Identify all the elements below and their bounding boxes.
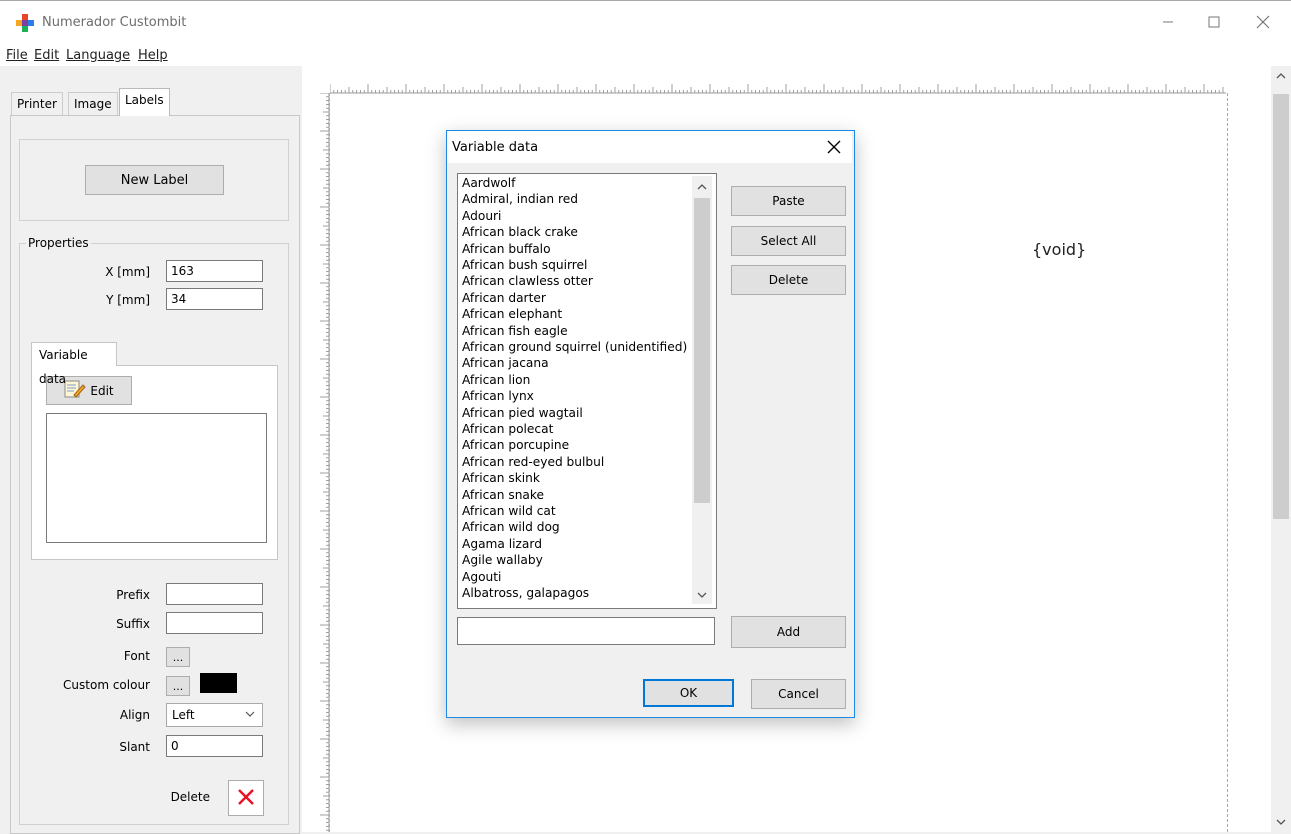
list-item[interactable]: African lion xyxy=(462,373,530,388)
list-item[interactable]: Adouri xyxy=(462,209,501,224)
slant-label: Slant xyxy=(119,740,150,754)
list-item[interactable]: African pied wagtail xyxy=(462,406,583,421)
list-item[interactable]: African skink xyxy=(462,471,540,486)
variable-data-items-list[interactable]: Aardwolf Admiral, indian red Adouri African… xyxy=(457,173,717,609)
list-item[interactable]: Agouti xyxy=(462,570,501,585)
menu-help[interactable]: Help xyxy=(138,48,168,63)
y-label: Y [mm] xyxy=(106,293,150,307)
red-x-icon xyxy=(236,787,256,810)
tab-printer[interactable]: Printer xyxy=(11,92,63,115)
list-item[interactable]: African buffalo xyxy=(462,242,551,257)
list-scroll-down-icon[interactable] xyxy=(695,589,709,604)
align-label: Align xyxy=(119,708,150,722)
edit-button-label: Edit xyxy=(90,383,114,398)
cancel-button[interactable]: Cancel xyxy=(751,679,846,709)
y-input[interactable]: 34 xyxy=(166,288,263,310)
scroll-down-icon[interactable] xyxy=(1274,816,1288,831)
list-item[interactable]: African wild cat xyxy=(462,504,556,519)
menu-edit[interactable]: Edit xyxy=(34,48,59,63)
tab-labels[interactable]: Labels xyxy=(119,88,170,116)
list-item[interactable]: African elephant xyxy=(462,307,562,322)
prefix-label: Prefix xyxy=(116,588,150,602)
list-item[interactable]: Admiral, indian red xyxy=(462,192,578,207)
canvas-label-placeholder[interactable]: {void} xyxy=(1032,240,1086,259)
list-item[interactable]: African bush squirrel xyxy=(462,258,587,273)
ok-button[interactable]: OK xyxy=(643,679,734,707)
title-bar xyxy=(0,0,1291,45)
list-item[interactable]: African jacana xyxy=(462,356,549,371)
prefix-input[interactable] xyxy=(166,583,263,605)
list-item[interactable]: African polecat xyxy=(462,422,553,437)
list-item[interactable]: Agile wallaby xyxy=(462,553,543,568)
list-item[interactable]: African clawless otter xyxy=(462,274,593,289)
dialog-close-icon[interactable] xyxy=(820,133,848,161)
menu-language[interactable]: Language xyxy=(66,48,130,63)
variable-data-list[interactable] xyxy=(46,413,267,543)
scroll-up-icon[interactable] xyxy=(1274,70,1288,85)
list-item[interactable]: African ground squirrel (unidentified) xyxy=(462,340,687,355)
suffix-input[interactable] xyxy=(166,612,263,634)
list-item[interactable]: African fish eagle xyxy=(462,324,568,339)
list-item[interactable]: African snake xyxy=(462,488,544,503)
list-item[interactable]: African porcupine xyxy=(462,438,569,453)
list-item[interactable]: Aardwolf xyxy=(462,176,515,191)
scrollbar-thumb[interactable] xyxy=(1273,94,1289,519)
close-icon[interactable] xyxy=(1240,8,1286,36)
x-label: X [mm] xyxy=(105,265,150,279)
delete-label: Delete xyxy=(170,790,210,804)
maximize-icon[interactable] xyxy=(1191,8,1237,36)
dialog-title: Variable data xyxy=(452,140,539,155)
edit-note-icon xyxy=(64,380,87,401)
delete-label-button[interactable] xyxy=(228,780,264,816)
colour-picker-button[interactable]: ... xyxy=(166,676,190,696)
font-picker-button[interactable]: ... xyxy=(166,647,190,667)
menu-file[interactable]: File xyxy=(6,48,28,63)
list-item[interactable]: African black crake xyxy=(462,225,578,240)
add-item-input[interactable] xyxy=(457,617,715,645)
colour-swatch[interactable] xyxy=(200,673,237,693)
list-item[interactable]: Albatross, galapagos xyxy=(462,586,589,601)
list-item[interactable]: African lynx xyxy=(462,389,534,404)
properties-title: Properties xyxy=(26,236,91,250)
tab-image[interactable]: Image xyxy=(68,92,118,115)
paste-button[interactable]: Paste xyxy=(731,186,846,216)
new-label-button[interactable]: New Label xyxy=(85,165,224,195)
suffix-label: Suffix xyxy=(116,617,150,631)
minimize-icon[interactable] xyxy=(1145,8,1191,36)
list-item[interactable]: African red-eyed bulbul xyxy=(462,455,604,470)
slant-input[interactable]: 0 xyxy=(166,735,263,757)
horizontal-ruler xyxy=(330,84,1226,94)
font-label: Font xyxy=(123,649,150,663)
menu-bar: File Edit Language Help xyxy=(0,44,1291,66)
vertical-ruler xyxy=(320,93,330,832)
add-button[interactable]: Add xyxy=(731,616,846,648)
x-input[interactable]: 163 xyxy=(166,260,263,282)
align-select-value: Left xyxy=(172,708,195,722)
list-scroll-up-icon[interactable] xyxy=(695,181,709,196)
list-scrollbar-thumb[interactable] xyxy=(694,198,710,503)
list-item[interactable]: African wild dog xyxy=(462,520,560,535)
select-all-button[interactable]: Select All xyxy=(731,226,846,256)
list-item[interactable]: Agama lizard xyxy=(462,537,542,552)
app-logo xyxy=(16,14,34,32)
delete-items-button[interactable]: Delete xyxy=(731,265,846,295)
chevron-down-icon xyxy=(244,708,256,723)
align-select[interactable]: Left xyxy=(166,703,263,727)
custom-colour-label: Custom colour xyxy=(63,678,150,692)
list-item[interactable]: African darter xyxy=(462,291,546,306)
tab-variable-data[interactable]: Variable data xyxy=(31,342,117,386)
window-title: Numerador Custombit xyxy=(42,15,187,30)
